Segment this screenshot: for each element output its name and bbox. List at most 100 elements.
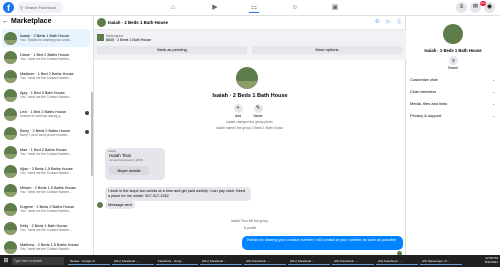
conversation-text: Isaiah · 2 Beds 1 Bath House You: Thanks … xyxy=(20,34,84,42)
home-icon[interactable]: ⌂ xyxy=(168,3,178,13)
back-arrow-icon[interactable]: ← xyxy=(2,18,9,25)
info-icon[interactable]: ⓘ xyxy=(396,19,403,26)
chat-avatar[interactable] xyxy=(97,18,106,27)
taskbar-search-input[interactable]: Type here to search xyxy=(12,257,64,265)
chevron-down-icon: ⌄ xyxy=(492,89,496,94)
conversation-item[interactable]: Barry · 2 Beds 2 Baths House Barry: I don… xyxy=(2,124,90,142)
system-message: Isaiah named the group 2 Beds 1 Bath Hou… xyxy=(216,126,284,130)
conversation-item[interactable]: Mae · 1 Bed 2 Baths House You: "send me t… xyxy=(2,143,90,161)
conversation-preview: You: Thanks for sharing your conta... xyxy=(20,38,72,42)
conversation-text: Lexi · 1 Bed 2 Baths House Answer of comm… xyxy=(20,110,84,118)
profile-picture[interactable] xyxy=(236,67,258,89)
taskbar-app-button[interactable]: (20+) Facebook - ... xyxy=(112,257,154,265)
chat-header-name[interactable]: Isaiah · 2 Beds 1 Bath House xyxy=(108,20,168,25)
search-input[interactable]: ⚲ Search Facebook xyxy=(17,2,63,13)
message-sent-bubble: Message sent xyxy=(105,201,135,209)
name-action[interactable]: ✎ Name xyxy=(249,104,267,118)
gaming-icon[interactable]: ▣ xyxy=(330,3,340,13)
notification-badge: 20+ xyxy=(480,1,486,6)
conversation-preview: You: "send me the Contact Numbe... xyxy=(20,247,72,251)
buyer-joined: Joined Facebook in 2008 xyxy=(109,158,143,162)
profile-name: Isaiah · 2 Beds 1 Bath House xyxy=(212,93,288,99)
buyer-details-button[interactable]: Buyer details xyxy=(109,166,149,175)
sender-avatar[interactable] xyxy=(97,202,103,208)
conversation-item[interactable]: Madison · 1 Bed 2 Baths House You: "send … xyxy=(2,67,90,85)
conversation-item[interactable]: Kelly · 2 Beds 1 Bath House You: "send me… xyxy=(2,219,90,237)
system-message: Isaiah Titus left the group. xyxy=(231,219,269,223)
conversation-thumbnail xyxy=(4,221,17,235)
taskbar-app-button[interactable]: (20+) Facebook - xyxy=(200,257,242,265)
conversation-preview: You: "send me the Contact Numbe... xyxy=(20,95,72,99)
video-call-icon[interactable]: ▷ xyxy=(385,19,392,26)
system-message: Isaiah changed the group photo. xyxy=(226,120,274,124)
more-options-button[interactable]: More options xyxy=(252,46,402,54)
conversation-item[interactable]: Isaiah · 2 Beds 1 Bath House You: Thanks … xyxy=(2,29,90,47)
media-files-links-item[interactable]: Media, files and links xyxy=(410,101,447,106)
add-action[interactable]: + Add xyxy=(229,104,247,118)
taskbar-clock[interactable]: 12:08 PM 8/11/2021 xyxy=(478,256,498,264)
watch-icon[interactable]: ▶ xyxy=(210,3,220,13)
windows-start-icon[interactable]: ⊞ xyxy=(2,257,10,265)
mark-pending-button[interactable]: Mark as pending xyxy=(97,46,247,54)
add-person-icon: + xyxy=(233,104,243,113)
chat-members-item[interactable]: Chat members xyxy=(410,89,436,94)
conversation-preview: Barry: I don't send phone number... xyxy=(20,133,70,137)
menu-grid-icon[interactable]: ≡ xyxy=(456,2,467,13)
taskbar-app-button[interactable]: (22) Facebook - ... xyxy=(332,257,374,265)
conversation-text: Ajay · 1 Bed 3 Bath House You: "send me t… xyxy=(20,91,84,99)
privacy-support-item[interactable]: Privacy & support xyxy=(410,113,441,118)
conversation-text: Eugene · 2 Beds 2 Baths House You: "send … xyxy=(20,205,84,213)
conversation-text: Aljah · 2 Beds 1.5 Baths House You: "send… xyxy=(20,167,84,175)
conversation-thumbnail xyxy=(4,88,17,102)
conversation-item[interactable]: Aljah · 2 Beds 1.5 Baths House You: "send… xyxy=(2,162,90,180)
listing-title[interactable]: $845 · 2 Beds 1 Bath House xyxy=(106,38,151,42)
taskbar-app-button[interactable]: Facebook - Goog... xyxy=(156,257,198,265)
facebook-logo-icon[interactable]: f xyxy=(3,2,14,13)
conversation-item[interactable]: Ajay · 1 Bed 3 Bath House You: "send me t… xyxy=(2,86,90,104)
conversation-thumbnail xyxy=(4,183,17,197)
conversation-thumbnail xyxy=(4,31,17,45)
system-message: Is profile xyxy=(243,226,257,230)
conversation-preview: You: "send me the Contact Numbe... xyxy=(20,152,72,156)
taskbar-app-button[interactable]: (21) Facebook - ... xyxy=(376,257,418,265)
groups-icon[interactable]: ☺ xyxy=(290,3,300,13)
conversation-item[interactable]: Lexi · 1 Bed 2 Baths House Answer of comm… xyxy=(2,105,90,123)
conversation-preview: You: "send me the Contact Numbe... xyxy=(20,228,72,232)
incoming-message: I work in the slope two weeks at a time … xyxy=(105,187,251,201)
customize-chat-item[interactable]: Customize chat xyxy=(410,77,438,82)
conversation-preview: Answer of common asking q... xyxy=(20,114,63,118)
conversation-sidebar: ← Marketplace Isaiah · 2 Beds 1 Bath Hou… xyxy=(0,16,94,255)
marketplace-listing-bar: Marketplace $845 · 2 Beds 1 Bath House M… xyxy=(94,30,406,60)
phone-icon[interactable]: ✆ xyxy=(374,19,381,26)
conversation-item[interactable]: Eugene · 2 Beds 2 Baths House You: "send … xyxy=(2,200,90,218)
marketplace-icon[interactable]: ⚏ xyxy=(249,3,259,13)
unread-dot-icon xyxy=(85,130,89,134)
chat-pane: Isaiah · 2 Beds 1 Bath House ✆ ▷ ⓘ Marke… xyxy=(94,16,406,267)
taskbar-app-button[interactable]: (21) Messenger | F... xyxy=(420,257,462,265)
conversation-item[interactable]: Diane · 1 Bed 2 Baths House You: "send me… xyxy=(2,48,90,66)
conversation-preview: You: "send me the Contact Numbe... xyxy=(20,76,72,80)
buyer-card: Isaiah Isaiah Titus Joined Facebook in 2… xyxy=(105,148,165,180)
conversation-item[interactable]: Miriam · 2 Beds 1.5 Baths House You: "sen… xyxy=(2,181,90,199)
conversation-preview: You: "send me the Contact Numbe... xyxy=(20,209,72,213)
top-bar: f ⚲ Search Facebook ⌂ ▶ ⚏ ☺ ▣ ≡ ✉ ◉ 20+ xyxy=(0,0,500,16)
conversation-thumbnail xyxy=(4,202,17,216)
info-profile-picture[interactable] xyxy=(443,24,463,44)
conversation-info-panel: Isaiah · 2 Beds 1 Bath House ⚲ Search Cu… xyxy=(406,16,500,255)
sidebar-title: Marketplace xyxy=(11,18,52,25)
conversation-item[interactable]: Matthew · 2 Beds 1.5 Baths House You: "se… xyxy=(2,238,90,255)
info-profile-name: Isaiah · 2 Beds 1 Bath House xyxy=(424,48,482,53)
chevron-down-icon: ⌄ xyxy=(492,101,496,106)
conversation-text: Barry · 2 Beds 2 Baths House Barry: I don… xyxy=(20,129,84,137)
sidebar-scrollbar[interactable] xyxy=(91,92,93,176)
unread-dot-icon xyxy=(85,111,89,115)
conversation-preview: You: "send me the Contact Numbe... xyxy=(20,190,72,194)
clock-date: 8/11/2021 xyxy=(484,260,498,264)
taskbar-app-button[interactable]: (20+) Facebook - xyxy=(288,257,330,265)
listing-thumbnail[interactable] xyxy=(97,34,104,41)
name-label: Name xyxy=(253,114,263,118)
taskbar-app-button[interactable]: (22) Facebook - ... xyxy=(244,257,286,265)
taskbar-app-button[interactable]: Newee - Google S... xyxy=(68,257,110,265)
conversation-text: Kelly · 2 Beds 1 Bath House You: "send me… xyxy=(20,224,84,232)
search-in-conversation-icon[interactable]: ⚲ xyxy=(449,56,458,65)
